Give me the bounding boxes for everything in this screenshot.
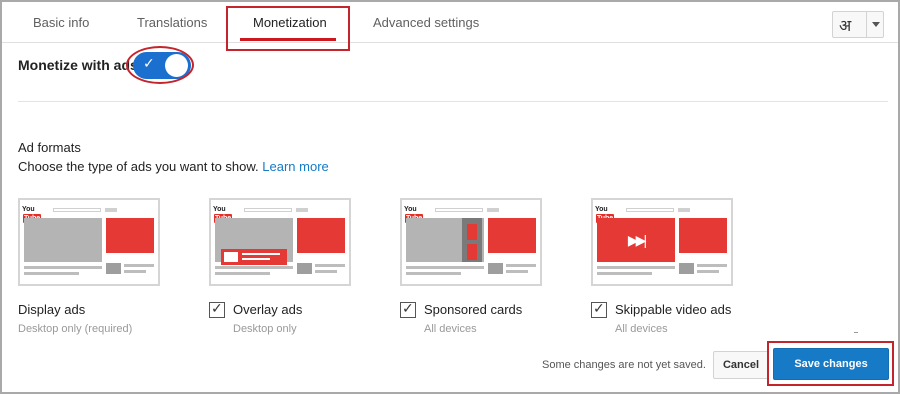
text-line-shape [406, 272, 461, 275]
sponsored-card-shape [467, 244, 477, 260]
monetization-panel: Basic info Translations Monetization Adv… [0, 0, 900, 394]
monetize-toggle[interactable]: ✓ [133, 52, 191, 79]
tab-translations[interactable]: Translations [137, 2, 207, 42]
language-button-divider [866, 12, 867, 37]
active-tab-indicator [240, 38, 336, 41]
sponsored-cards-label[interactable]: Sponsored cards [424, 302, 522, 317]
save-changes-button[interactable]: Save changes [773, 348, 889, 380]
checkmark-icon: ✓ [402, 300, 414, 316]
overlay-ad-shape [221, 249, 287, 265]
thumbnail-shape [679, 263, 694, 274]
search-bar-shape [435, 208, 483, 212]
youtube-logo-icon: YouTube [595, 205, 622, 223]
sponsored-cards-checkbox[interactable]: ✓ [400, 300, 416, 318]
text-line-shape [24, 266, 102, 269]
search-button-shape [487, 208, 499, 212]
checkmark-icon: ✓ [593, 300, 605, 316]
language-glyph: अ [839, 16, 852, 35]
sponsored-card-shape [467, 224, 477, 240]
divider-mark [854, 332, 858, 333]
logo-prefix: You [404, 206, 417, 213]
section-divider [18, 101, 888, 102]
skippable-video-ads-preview: YouTube ▶▶| [591, 198, 733, 286]
unsaved-changes-status: Some changes are not yet saved. [542, 359, 706, 371]
text-line-shape [24, 272, 79, 275]
text-line-shape [697, 264, 727, 267]
text-line-shape [315, 270, 337, 273]
logo-prefix: You [22, 206, 35, 213]
ad-formats-description-text: Choose the type of ads you want to show. [18, 159, 259, 174]
text-line-shape [597, 266, 675, 269]
overlay-text-line [242, 258, 270, 260]
display-ad-shape [679, 218, 727, 253]
monetize-with-ads-label: Monetize with ads [18, 57, 138, 73]
checkmark-icon: ✓ [211, 300, 223, 316]
display-ads-sublabel: Desktop only (required) [18, 323, 133, 335]
overlay-image-shape [224, 252, 238, 262]
youtube-logo-icon: YouTube [213, 205, 240, 223]
logo-prefix: You [213, 206, 226, 213]
text-line-shape [406, 266, 484, 269]
thumbnail-shape [106, 263, 121, 274]
display-ads-preview: YouTube [18, 198, 160, 286]
video-player-shape [24, 218, 102, 262]
learn-more-link[interactable]: Learn more [262, 159, 328, 174]
ad-formats-title: Ad formats [18, 140, 81, 155]
overlay-text-line [242, 253, 280, 255]
search-bar-shape [244, 208, 292, 212]
display-ad-shape [488, 218, 536, 253]
skippable-video-ads-checkbox[interactable]: ✓ [591, 300, 607, 318]
search-bar-shape [53, 208, 101, 212]
text-line-shape [506, 270, 528, 273]
check-icon: ✓ [143, 55, 155, 71]
text-line-shape [697, 270, 719, 273]
search-button-shape [296, 208, 308, 212]
language-selector-button[interactable]: अ [832, 11, 884, 38]
chevron-down-icon [872, 22, 880, 27]
skip-forward-icon: ▶▶| [627, 232, 647, 248]
search-button-shape [105, 208, 117, 212]
overlay-ads-sublabel: Desktop only [233, 323, 297, 335]
logo-prefix: You [595, 206, 608, 213]
youtube-logo-icon: YouTube [404, 205, 431, 223]
skippable-video-ads-label[interactable]: Skippable video ads [615, 302, 731, 317]
skippable-video-ads-sublabel: All devices [615, 323, 668, 335]
toggle-knob [165, 54, 188, 77]
overlay-ads-checkbox[interactable]: ✓ [209, 300, 225, 318]
text-line-shape [215, 272, 270, 275]
search-bar-shape [626, 208, 674, 212]
sponsored-cards-sublabel: All devices [424, 323, 477, 335]
thumbnail-shape [488, 263, 503, 274]
overlay-ads-label[interactable]: Overlay ads [233, 302, 302, 317]
display-ad-shape [106, 218, 154, 253]
display-ad-shape [297, 218, 345, 253]
tab-monetization[interactable]: Monetization [253, 2, 327, 42]
youtube-logo-icon: YouTube [22, 205, 49, 223]
display-ads-label: Display ads [18, 302, 86, 317]
tab-bar: Basic info Translations Monetization Adv… [2, 2, 898, 43]
ad-formats-description: Choose the type of ads you want to show.… [18, 159, 329, 174]
cancel-button[interactable]: Cancel [713, 351, 769, 379]
text-line-shape [506, 264, 536, 267]
tab-advanced-settings[interactable]: Advanced settings [373, 2, 479, 42]
sponsored-cards-preview: YouTube [400, 198, 542, 286]
thumbnail-shape [297, 263, 312, 274]
search-button-shape [678, 208, 690, 212]
text-line-shape [124, 264, 154, 267]
text-line-shape [124, 270, 146, 273]
overlay-ads-preview: YouTube [209, 198, 351, 286]
text-line-shape [215, 266, 293, 269]
tab-basic-info[interactable]: Basic info [33, 2, 89, 42]
text-line-shape [597, 272, 652, 275]
text-line-shape [315, 264, 345, 267]
